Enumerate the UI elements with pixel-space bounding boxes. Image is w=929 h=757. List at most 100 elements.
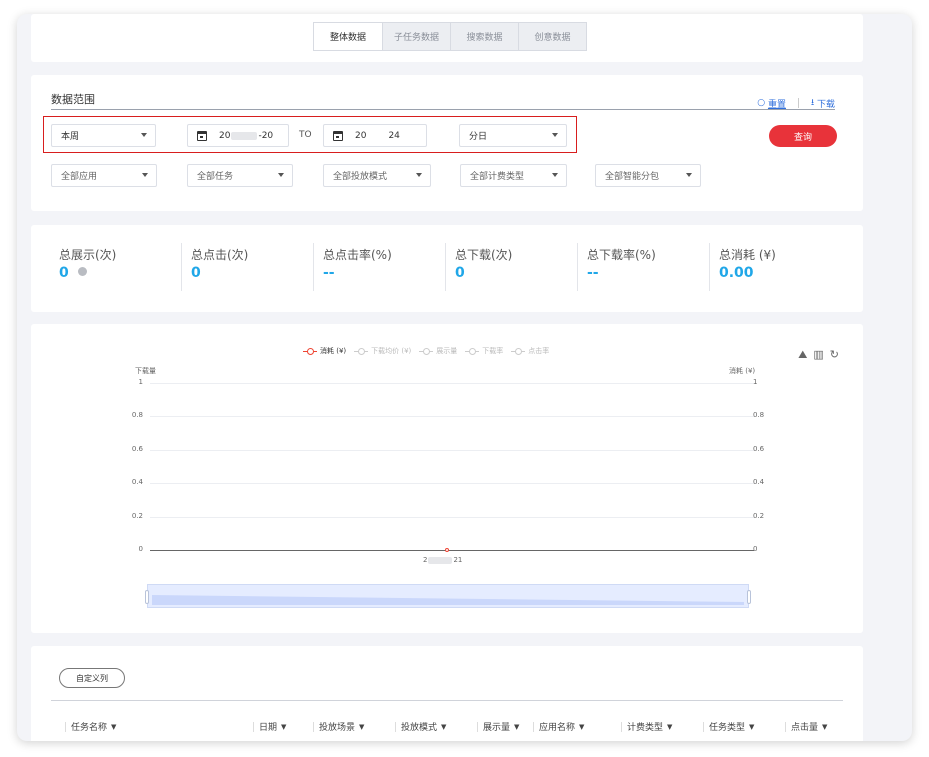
period-select[interactable]: 本周 bbox=[51, 124, 156, 147]
legend-item[interactable]: 展示量 bbox=[419, 346, 457, 356]
legend-marker bbox=[465, 347, 480, 355]
chevron-down-icon[interactable]: ▼ bbox=[749, 723, 754, 731]
stat-cost: 总消耗 (¥) 0.00 bbox=[709, 225, 851, 312]
tab-creative[interactable]: 创意数据 bbox=[518, 23, 586, 50]
divider bbox=[51, 109, 835, 110]
customize-columns-button[interactable]: 自定义列 bbox=[59, 668, 125, 688]
stat-label: 总展示(次) bbox=[59, 248, 117, 262]
data-zoom-preview bbox=[152, 595, 744, 605]
stat-value: 0.00 bbox=[719, 265, 754, 281]
column-header-label: 应用名称 bbox=[539, 723, 576, 733]
smart-package-select[interactable]: 全部智能分包 bbox=[595, 164, 701, 187]
table-card: 自定义列 任务名称 ▼ 日期 ▼ 投放场景 ▼ 投放模式 ▼ 展示量 ▼ 应用名称 ▼ 计费类型 ▼ 任务类… bbox=[31, 646, 863, 741]
column-header[interactable]: 日期 ▼ bbox=[253, 720, 286, 733]
caret-down-icon bbox=[416, 173, 422, 177]
chevron-down-icon[interactable]: ▼ bbox=[111, 723, 116, 731]
chart-card: 消耗 (¥) 下载均价 (¥) 展示量 下载率 点击率 ⛰ ▥ ↻ 下载量 消耗… bbox=[31, 324, 863, 633]
reset-link[interactable]: 重置 bbox=[768, 97, 786, 110]
y-tick-right: 0.4 bbox=[753, 478, 765, 487]
column-header-label: 投放模式 bbox=[401, 723, 438, 733]
stat-label: 总消耗 (¥) bbox=[719, 248, 776, 262]
chevron-down-icon[interactable]: ▼ bbox=[281, 723, 286, 731]
column-header[interactable]: 投放场景 ▼ bbox=[313, 720, 364, 733]
legend-item[interactable]: 下载率 bbox=[465, 346, 503, 356]
y-tick-left: 0.8 bbox=[131, 411, 143, 420]
tab-subtask[interactable]: 子任务数据 bbox=[382, 23, 450, 50]
chevron-down-icon[interactable]: ▼ bbox=[359, 723, 364, 731]
zoom-handle-left[interactable] bbox=[145, 590, 149, 604]
legend-marker bbox=[354, 347, 369, 355]
chevron-down-icon[interactable]: ▼ bbox=[514, 723, 519, 731]
granularity-select[interactable]: 分日 bbox=[459, 124, 567, 147]
delivery-mode-select[interactable]: 全部投放模式 bbox=[323, 164, 431, 187]
divider bbox=[785, 721, 786, 732]
tab-search[interactable]: 搜索数据 bbox=[450, 23, 518, 50]
stat-label: 总点击(次) bbox=[191, 248, 249, 262]
column-header[interactable]: 展示量 ▼ bbox=[477, 720, 519, 733]
stat-value: -- bbox=[587, 265, 599, 281]
tabs-card: 整体数据 子任务数据 搜索数据 创意数据 bbox=[31, 14, 863, 62]
legend-item[interactable]: 下载均价 (¥) bbox=[354, 346, 411, 356]
chevron-down-icon[interactable]: ▼ bbox=[822, 723, 827, 731]
y-tick-right: 1 bbox=[753, 378, 758, 386]
column-header[interactable]: 投放模式 ▼ bbox=[395, 720, 446, 733]
column-header[interactable]: 应用名称 ▼ bbox=[533, 720, 584, 733]
app-select[interactable]: 全部应用 bbox=[51, 164, 157, 187]
column-header[interactable]: 任务类型 ▼ bbox=[703, 720, 754, 733]
divider bbox=[533, 721, 534, 732]
column-header-label: 点击量 bbox=[791, 723, 819, 733]
x-tick-label: 2 21 bbox=[423, 556, 462, 564]
divider bbox=[181, 243, 182, 291]
legend-item[interactable]: 消耗 (¥) bbox=[303, 346, 346, 356]
column-header[interactable]: 任务名称 ▼ bbox=[65, 720, 116, 733]
y-tick-right: 0 bbox=[753, 545, 758, 553]
grid-line bbox=[150, 416, 754, 418]
query-button[interactable]: 查询 bbox=[769, 125, 837, 147]
end-date-input[interactable]: 20 24 bbox=[323, 124, 427, 147]
refresh-icon[interactable]: ○ bbox=[757, 98, 768, 108]
to-label: TO bbox=[299, 130, 312, 140]
chart-legend: 消耗 (¥) 下载均价 (¥) 展示量 下载率 点击率 bbox=[303, 346, 557, 356]
info-icon[interactable] bbox=[77, 267, 87, 276]
start-date-prefix: 20 bbox=[219, 130, 231, 141]
column-header-label: 投放场景 bbox=[319, 723, 356, 733]
calendar-icon bbox=[333, 130, 343, 141]
chevron-down-icon[interactable]: ▼ bbox=[667, 723, 672, 731]
legend-marker bbox=[303, 347, 317, 355]
legend-marker bbox=[419, 347, 434, 355]
start-date-input[interactable]: 20 -20 bbox=[187, 124, 289, 147]
x-tick-suffix: 21 bbox=[453, 556, 463, 564]
legend-item[interactable]: 点击率 bbox=[511, 346, 549, 356]
column-header[interactable]: 计费类型 ▼ bbox=[621, 720, 672, 733]
legend-label: 展示量 bbox=[436, 347, 458, 355]
restore-icon[interactable]: ↻ bbox=[830, 348, 839, 362]
bar-chart-icon[interactable]: ▥ bbox=[813, 348, 823, 362]
data-tabs: 整体数据 子任务数据 搜索数据 创意数据 bbox=[313, 22, 587, 51]
redacted-mask bbox=[428, 556, 453, 564]
delivery-mode-value: 全部投放模式 bbox=[333, 172, 388, 182]
column-header[interactable]: 点击量 ▼ bbox=[785, 720, 827, 733]
chevron-down-icon[interactable]: ▼ bbox=[579, 723, 584, 731]
billing-type-select[interactable]: 全部计费类型 bbox=[460, 164, 567, 187]
data-zoom-slider[interactable] bbox=[145, 584, 751, 608]
stat-impressions: 总展示(次) 0 bbox=[59, 225, 191, 312]
stat-clicks: 总点击(次) 0 bbox=[181, 225, 323, 312]
legend-label: 下载率 bbox=[482, 347, 504, 355]
y-tick-left: 0.2 bbox=[131, 511, 143, 520]
divider bbox=[65, 721, 66, 732]
download-link[interactable]: 下载 bbox=[817, 97, 835, 110]
data-point[interactable] bbox=[445, 548, 449, 552]
column-header-label: 计费类型 bbox=[627, 723, 664, 733]
divider bbox=[51, 700, 843, 701]
line-chart-icon[interactable]: ⛰ bbox=[798, 348, 807, 362]
zoom-handle-right[interactable] bbox=[747, 590, 751, 604]
chart-toolbar: ⛰ ▥ ↻ bbox=[792, 348, 839, 362]
stats-card: 总展示(次) 0 总点击(次) 0 总点击率(%) -- 总下载(次) 0 总下… bbox=[31, 225, 863, 312]
tab-overall[interactable]: 整体数据 bbox=[314, 23, 382, 50]
task-select[interactable]: 全部任务 bbox=[187, 164, 293, 187]
divider bbox=[253, 721, 254, 732]
column-header-label: 任务名称 bbox=[71, 723, 108, 733]
divider bbox=[577, 243, 578, 291]
chevron-down-icon[interactable]: ▼ bbox=[441, 723, 446, 731]
stat-number: 0 bbox=[59, 265, 69, 281]
